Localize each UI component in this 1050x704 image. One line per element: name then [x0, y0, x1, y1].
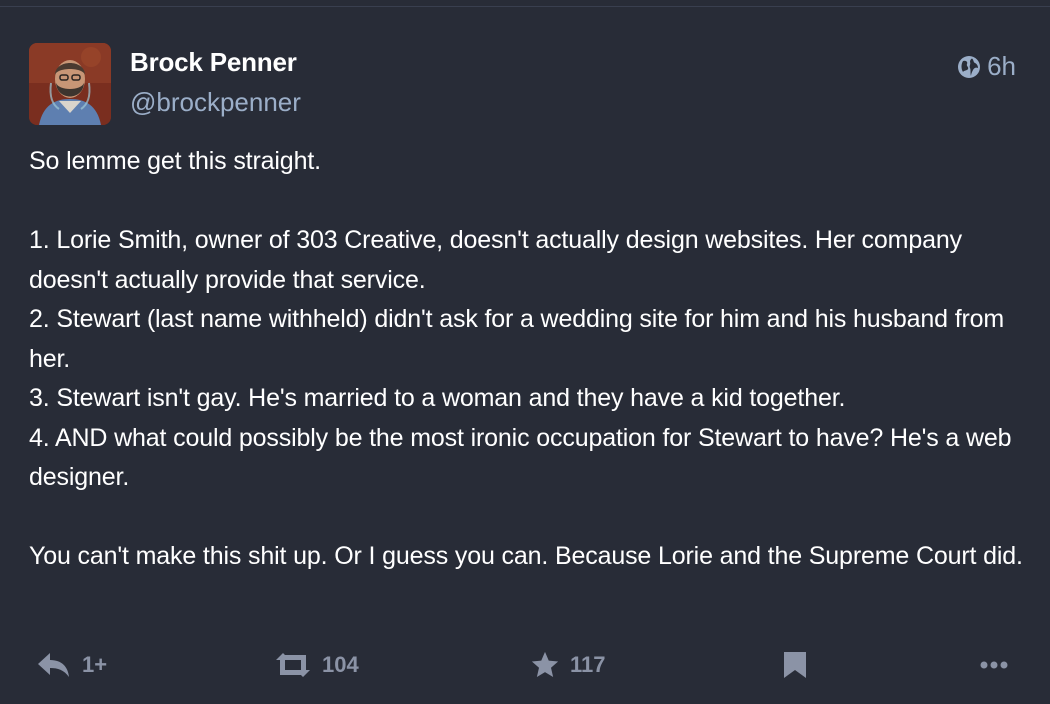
boost-count: 104 [322, 652, 359, 677]
relative-time: 6h [987, 51, 1016, 81]
account-handle[interactable]: @brockpenner [130, 87, 301, 118]
content-line: So lemme get this straight. [29, 147, 321, 175]
display-name[interactable]: Brock Penner [130, 47, 297, 78]
favourite-count: 117 [570, 652, 606, 677]
content-paragraph: You can't make this shit up. Or I guess … [29, 537, 1029, 577]
reply-count: 1+ [82, 652, 108, 677]
bookmark-button[interactable] [782, 643, 808, 687]
more-icon [980, 660, 1008, 670]
status-content: So lemme get this straight. 1. Lorie Smi… [29, 142, 1029, 577]
content-line: 4. AND what could possibly be the most i… [29, 423, 1012, 492]
status-action-bar: 1+ 104 117 [0, 643, 1050, 687]
content-line: 1. Lorie Smith, owner of 303 Creative, d… [29, 226, 962, 294]
avatar[interactable] [29, 43, 111, 125]
reply-button[interactable]: 1+ [36, 643, 107, 687]
favourite-button[interactable]: 117 [530, 643, 606, 687]
bookmark-icon [782, 651, 808, 679]
avatar-image [29, 43, 111, 125]
reply-icon [36, 651, 72, 679]
content-paragraph: 1. Lorie Smith, owner of 303 Creative, d… [29, 221, 1029, 498]
content-paragraph: So lemme get this straight. [29, 142, 1029, 182]
status-post: Brock Penner @brockpenner 6h So lemme ge… [0, 7, 1050, 704]
content-line: You can't make this shit up. Or I guess … [29, 542, 1023, 570]
boost-icon [274, 652, 312, 678]
content-line: 2. Stewart (last name withheld) didn't a… [29, 305, 1005, 373]
status-timestamp[interactable]: 6h [957, 51, 1016, 82]
more-button[interactable] [980, 643, 1008, 687]
star-icon [530, 650, 560, 680]
boost-button[interactable]: 104 [274, 643, 359, 687]
top-divider [0, 0, 1050, 7]
content-line: 3. Stewart isn't gay. He's married to a … [29, 384, 846, 412]
globe-icon [957, 55, 981, 79]
